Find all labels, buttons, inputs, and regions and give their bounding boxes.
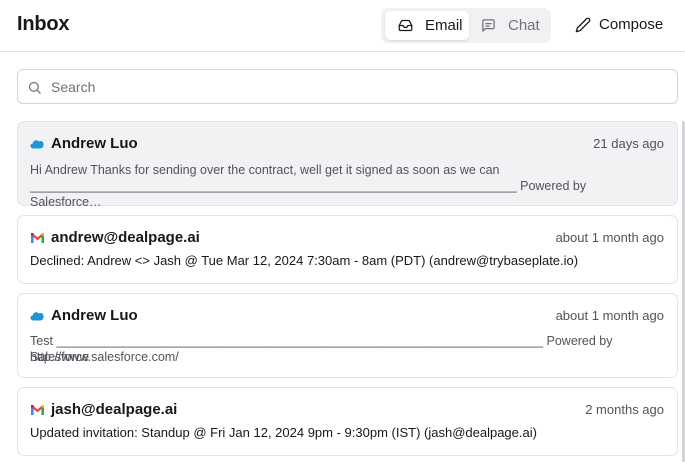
compose-button[interactable]: Compose bbox=[566, 9, 672, 41]
tab-chat[interactable]: Chat bbox=[473, 11, 547, 40]
message-sender: jash@dealpage.ai bbox=[51, 401, 178, 418]
search-icon bbox=[28, 81, 41, 94]
message-preview-line: http://www.salesforce.com/ bbox=[30, 350, 179, 364]
inbox-header: Inbox Email Chat Compose bbox=[0, 0, 685, 52]
tab-email[interactable]: Email bbox=[385, 11, 469, 40]
message-subject: Declined: Andrew <> Jash @ Tue Mar 12, 2… bbox=[30, 253, 579, 268]
salesforce-cloud-icon bbox=[30, 312, 44, 321]
message-card[interactable]: Andrew Luo 21 days ago Hi Andrew Thanks … bbox=[17, 121, 678, 209]
tab-email-label: Email bbox=[425, 17, 463, 34]
gmail-icon bbox=[31, 233, 44, 243]
message-card[interactable]: Andrew Luo about 1 month ago Test ______… bbox=[17, 293, 678, 378]
message-sender: Andrew Luo bbox=[51, 135, 138, 152]
message-preview-line: ________________________________________… bbox=[30, 179, 587, 209]
compose-label: Compose bbox=[599, 16, 664, 33]
message-time: 2 months ago bbox=[585, 402, 664, 417]
page-title: Inbox bbox=[17, 13, 70, 35]
message-sender: Andrew Luo bbox=[51, 307, 138, 324]
message-time: about 1 month ago bbox=[555, 230, 664, 245]
chat-icon bbox=[482, 19, 495, 32]
message-card[interactable]: andrew@dealpage.ai about 1 month ago Dec… bbox=[17, 215, 678, 284]
message-sender: andrew@dealpage.ai bbox=[51, 229, 200, 246]
message-time: 21 days ago bbox=[593, 136, 664, 151]
gmail-icon bbox=[31, 405, 44, 415]
message-preview-line: Hi Andrew Thanks for sending over the co… bbox=[30, 163, 500, 177]
message-subject: Updated invitation: Standup @ Fri Jan 12… bbox=[30, 425, 537, 440]
salesforce-cloud-icon bbox=[30, 140, 44, 149]
channel-toggle: Email Chat bbox=[381, 8, 551, 43]
pencil-icon bbox=[575, 17, 591, 33]
message-time: about 1 month ago bbox=[555, 308, 664, 323]
tab-chat-label: Chat bbox=[508, 17, 540, 34]
inbox-icon bbox=[398, 19, 413, 32]
message-card[interactable]: jash@dealpage.ai 2 months ago Updated in… bbox=[17, 387, 678, 456]
search-input[interactable] bbox=[51, 77, 651, 97]
search-box bbox=[17, 69, 678, 104]
